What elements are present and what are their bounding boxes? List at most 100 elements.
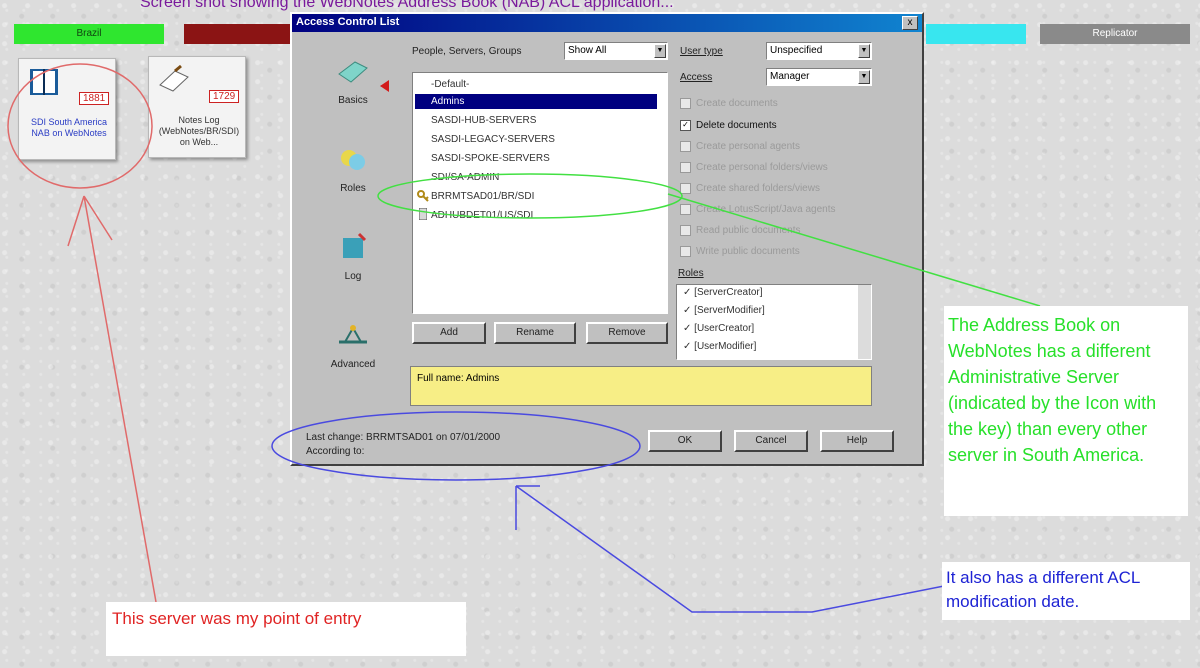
top-caption: Screen shot showing the WebNotes Address… — [140, 0, 674, 11]
checkbox-label: Create LotusScript/Java agents — [696, 204, 836, 216]
dialog-titlebar[interactable]: Access Control List x — [292, 14, 922, 32]
role-item[interactable]: ✓ [ServerCreator] — [683, 287, 763, 298]
remove-button[interactable]: Remove — [586, 322, 668, 344]
book-icon — [30, 69, 58, 95]
red-arrow-line — [67, 195, 157, 603]
role-item[interactable]: ✓ [UserCreator] — [683, 323, 754, 334]
role-label: [UserModifier] — [694, 341, 757, 352]
checkmark-icon[interactable]: ✓ — [680, 120, 691, 131]
checkbox-write-public[interactable]: Write public documents — [680, 246, 800, 257]
db-tab-brazil[interactable]: Brazil — [14, 24, 164, 44]
nav-basics-label: Basics — [338, 95, 368, 106]
list-item[interactable]: SASDI-HUB-SERVERS — [415, 113, 536, 128]
checkbox-create-agents[interactable]: Create LotusScript/Java agents — [680, 204, 836, 215]
chevron-down-icon[interactable]: ▼ — [654, 44, 666, 58]
checkbox-box[interactable] — [680, 141, 691, 152]
nav-basics[interactable]: Basics — [318, 56, 388, 106]
list-item[interactable]: ADHUBDET01/US/SDI — [415, 208, 533, 223]
access-select[interactable]: Manager ▼ — [766, 68, 872, 86]
role-item[interactable]: ✓ [ServerModifier] — [683, 305, 765, 316]
list-item[interactable]: -Default- — [415, 77, 469, 92]
basics-icon — [338, 61, 368, 83]
user-type-value: Unspecified — [770, 45, 823, 56]
nav-advanced-label: Advanced — [330, 359, 376, 370]
tile-unread-count: 1729 — [209, 90, 240, 103]
list-item[interactable]: SASDI-LEGACY-SERVERS — [415, 132, 555, 147]
checkbox-box[interactable] — [680, 162, 691, 173]
tile-label: SDI South America NAB on WebNotes — [30, 117, 108, 138]
chevron-down-icon[interactable]: ▼ — [858, 44, 870, 58]
last-change-text: Last change: BRRMTSAD01 on 07/01/2000 — [306, 432, 501, 443]
checkbox-delete-documents[interactable]: ✓ Delete documents — [680, 120, 777, 131]
add-button[interactable]: Add — [412, 322, 486, 344]
list-item[interactable]: SDI/SA-ADMIN — [415, 170, 499, 185]
checkbox-label: Delete documents — [696, 120, 777, 132]
checkbox-label: Create personal agents — [696, 141, 800, 153]
checkbox-box[interactable] — [680, 183, 691, 194]
roles-list[interactable]: ✓ [ServerCreator] ✓ [ServerModifier] ✓ [… — [676, 284, 872, 360]
nav-advanced[interactable]: Advanced — [318, 320, 388, 370]
checkbox-create-documents[interactable]: Create documents — [680, 98, 778, 109]
user-type-label: User type — [680, 46, 723, 57]
checkmark-icon: ✓ — [683, 323, 695, 334]
selected-arrow-icon — [380, 80, 389, 92]
according-to-text: According to: — [306, 446, 365, 457]
db-tab-replicator[interactable]: Replicator — [1040, 24, 1190, 44]
blue-arrow-line — [515, 485, 945, 613]
list-item-selected[interactable]: Admins — [415, 94, 657, 109]
access-label: Access — [680, 72, 713, 83]
access-value: Manager — [770, 71, 810, 82]
checkmark-icon: ✓ — [683, 287, 695, 298]
checkbox-label: Create shared folders/views — [696, 183, 820, 195]
annotation-note-red: This server was my point of entry — [106, 602, 466, 656]
roles-label: Roles — [678, 268, 704, 279]
db-tile-log[interactable]: 1729 Notes Log (WebNotes/BR/SDI) on Web.… — [148, 56, 246, 158]
dialog-title: Access Control List — [296, 16, 400, 28]
role-item[interactable]: ✓ [UserModifier] — [683, 341, 756, 352]
full-name-box: Full name: Admins — [410, 366, 872, 406]
chevron-down-icon[interactable]: ▼ — [858, 70, 870, 84]
checkbox-box[interactable] — [680, 204, 691, 215]
checkbox-create-personal-folders[interactable]: Create personal folders/views — [680, 162, 828, 173]
checkbox-label: Write public documents — [696, 246, 800, 258]
people-list[interactable]: -Default- Admins SASDI-HUB-SERVERS SASDI… — [412, 72, 668, 314]
checkbox-create-personal-agents[interactable]: Create personal agents — [680, 141, 800, 152]
role-label: [UserCreator] — [694, 323, 755, 334]
nav-roles-label: Roles — [340, 183, 366, 194]
list-item[interactable]: SASDI-SPOKE-SERVERS — [415, 151, 550, 166]
db-tab-2[interactable] — [184, 24, 290, 44]
annotation-note-green: The Address Book on WebNotes has a diffe… — [944, 306, 1188, 516]
roles-scrollbar[interactable] — [858, 285, 871, 359]
checkbox-label: Read public documents — [696, 225, 801, 237]
tile-label: Notes Log (WebNotes/BR/SDI) on Web... — [158, 115, 240, 147]
list-item[interactable]: BRRMTSAD01/BR/SDI — [415, 189, 534, 204]
close-button[interactable]: x — [902, 16, 918, 30]
nav-roles[interactable]: Roles — [318, 144, 388, 194]
user-type-select[interactable]: Unspecified ▼ — [766, 42, 872, 60]
tile-unread-count: 1881 — [79, 92, 110, 105]
ok-button[interactable]: OK — [648, 430, 722, 452]
checkmark-icon: ✓ — [683, 341, 695, 352]
people-label: People, Servers, Groups — [412, 46, 522, 57]
rename-button[interactable]: Rename — [494, 322, 576, 344]
annotation-note-blue: It also has a different ACL modification… — [942, 562, 1190, 620]
checkbox-create-shared-folders[interactable]: Create shared folders/views — [680, 183, 820, 194]
role-label: [ServerModifier] — [694, 305, 765, 316]
help-button[interactable]: Help — [820, 430, 894, 452]
checkbox-box[interactable] — [680, 225, 691, 236]
checkbox-label: Create documents — [696, 98, 778, 110]
roles-icon — [341, 150, 365, 170]
acl-dialog: Access Control List x Basics Roles Log A… — [290, 12, 924, 466]
log-book-icon — [159, 64, 189, 92]
checkbox-read-public[interactable]: Read public documents — [680, 225, 801, 236]
role-label: [ServerCreator] — [694, 287, 763, 298]
show-filter-value: Show All — [568, 45, 607, 56]
checkbox-box[interactable] — [680, 246, 691, 257]
log-icon — [343, 232, 367, 258]
db-tile-nab[interactable]: 1881 SDI South America NAB on WebNotes — [18, 58, 116, 160]
checkbox-box[interactable] — [680, 98, 691, 109]
show-filter-select[interactable]: Show All ▼ — [564, 42, 668, 60]
db-tab-3[interactable] — [926, 24, 1026, 44]
cancel-button[interactable]: Cancel — [734, 430, 808, 452]
nav-log[interactable]: Log — [318, 232, 388, 282]
